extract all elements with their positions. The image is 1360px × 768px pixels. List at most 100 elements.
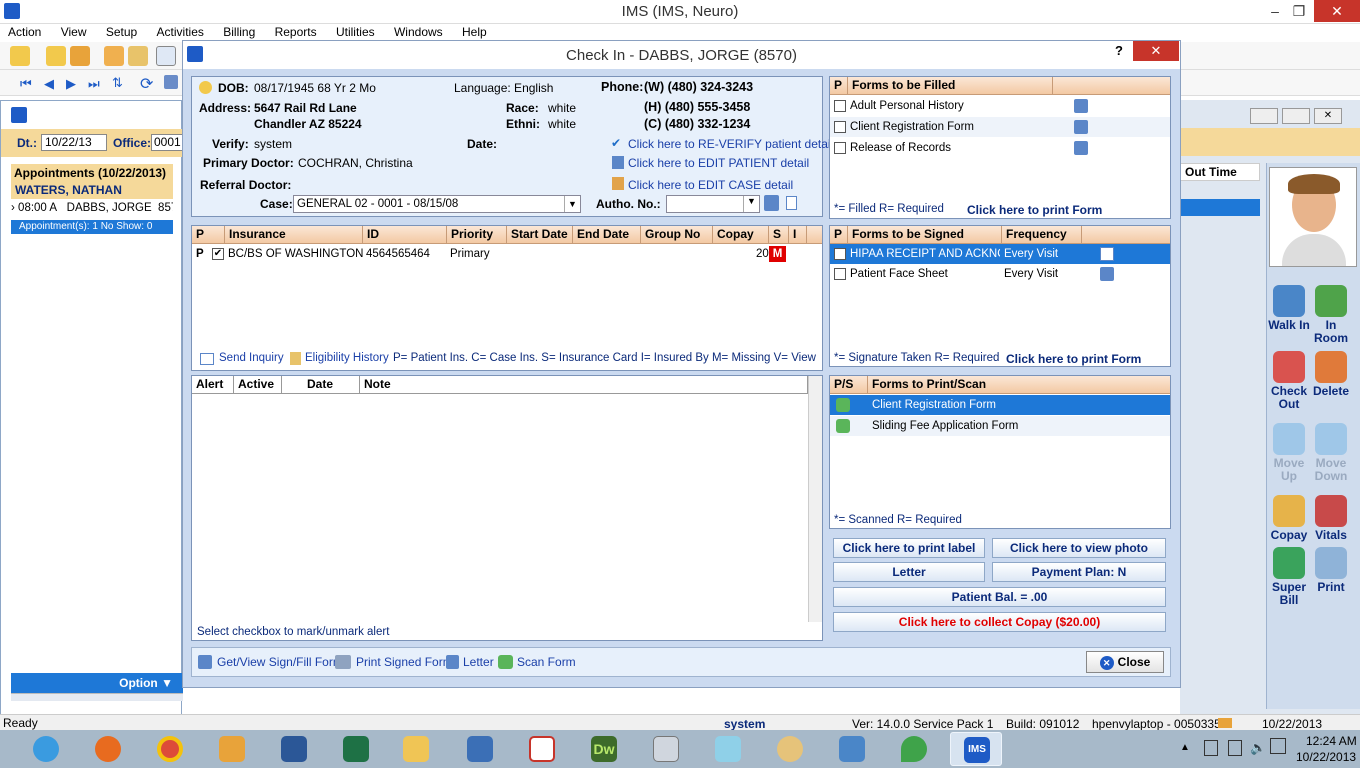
chrome-taskbar-icon[interactable] (144, 732, 196, 766)
form-signed-row[interactable]: Patient Face Sheet Every Visit (830, 264, 1170, 284)
option-button[interactable]: Option ▼ (11, 673, 183, 693)
sort-icon[interactable]: ⇅ (112, 75, 123, 91)
word-taskbar-icon[interactable] (268, 732, 320, 766)
insurance-checkbox[interactable]: ✔ (212, 248, 224, 260)
menu-action[interactable]: Action (0, 24, 49, 41)
check-out-button[interactable]: Check Out (1267, 351, 1311, 411)
autho-select[interactable]: ▼ (666, 195, 760, 213)
collect-copay-button[interactable]: Click here to collect Copay ($20.00) (833, 612, 1166, 632)
walk-in-button[interactable]: Walk In (1267, 285, 1311, 332)
date-input[interactable]: 10/22/13 (41, 134, 107, 151)
battery-icon[interactable] (1228, 740, 1242, 756)
patient-balance-button[interactable]: Patient Bal. = .00 (833, 587, 1166, 607)
edit-form-icon[interactable] (1074, 99, 1088, 113)
payment-plan-button[interactable]: Payment Plan: N (992, 562, 1166, 582)
form-checkbox[interactable] (834, 142, 846, 154)
menu-utilities[interactable]: Utilities (328, 24, 383, 41)
ie-taskbar-icon[interactable] (20, 732, 72, 766)
close-window-button[interactable]: ✕ (1314, 0, 1360, 22)
control-panel-taskbar-icon[interactable] (826, 732, 878, 766)
menu-help[interactable]: Help (454, 24, 495, 41)
edit-patient-link[interactable]: Click here to EDIT PATIENT detail (628, 156, 809, 170)
form-filled-row[interactable]: Client Registration Form (830, 117, 1170, 137)
tray-up-arrow-icon[interactable]: ▲ (1180, 742, 1190, 753)
clock-date[interactable]: 10/22/2013 (1296, 750, 1356, 764)
vitals-button[interactable]: Vitals (1309, 495, 1353, 542)
acrobat-taskbar-icon[interactable] (516, 732, 568, 766)
edit-case-link[interactable]: Click here to EDIT CASE detail (628, 178, 793, 192)
dragon-taskbar-icon[interactable] (888, 732, 940, 766)
outlook-taskbar-icon[interactable] (206, 732, 258, 766)
clock-time[interactable]: 12:24 AM (1306, 734, 1357, 748)
form-filled-row[interactable]: Release of Records (830, 138, 1170, 158)
print-filled-form-link[interactable]: Click here to print Form (967, 203, 1102, 217)
explorer-taskbar-icon[interactable] (390, 732, 442, 766)
form-checkbox[interactable] (834, 248, 846, 260)
user-icon[interactable] (46, 46, 66, 66)
form-filled-row[interactable]: Adult Personal History (830, 96, 1170, 116)
dialog-close-button[interactable]: ✕ (1133, 41, 1179, 61)
authorization-icon[interactable] (764, 195, 779, 211)
firefox-taskbar-icon[interactable] (82, 732, 134, 766)
menu-activities[interactable]: Activities (149, 24, 212, 41)
menu-billing[interactable]: Billing (215, 24, 263, 41)
form-signed-row-selected[interactable]: HIPAA RECEIPT AND ACKNO' Every Visit (830, 244, 1170, 264)
edit-form-icon[interactable] (1074, 141, 1088, 155)
user-edit-icon[interactable] (70, 46, 90, 66)
sign-form-icon[interactable] (1100, 247, 1114, 261)
last-record-icon[interactable]: ⏭ (88, 76, 100, 92)
ims-taskbar-icon[interactable]: IMS (950, 732, 1002, 766)
child-restore-button[interactable] (1282, 108, 1310, 124)
print-signed-form-link[interactable]: Click here to print Form (1006, 352, 1141, 366)
note-edit-icon[interactable] (128, 46, 148, 66)
menu-windows[interactable]: Windows (386, 24, 451, 41)
first-record-icon[interactable]: ⏮ (20, 76, 32, 92)
form-checkbox[interactable] (834, 100, 846, 112)
delete-button[interactable]: Delete (1309, 351, 1353, 398)
scan-form-link[interactable]: Scan Form (517, 655, 576, 669)
prev-record-icon[interactable]: ◀ (44, 76, 54, 92)
reverify-link[interactable]: Click here to RE-VERIFY patient detail (628, 137, 833, 151)
patient-icon[interactable] (10, 46, 30, 66)
restore-button[interactable]: ❐ (1284, 0, 1314, 22)
send-inquiry-link[interactable]: Send Inquiry (219, 352, 284, 364)
horizontal-scrollbar[interactable] (11, 693, 183, 701)
dreamweaver-taskbar-icon[interactable]: Dw (578, 732, 630, 766)
letter-link[interactable]: Letter (463, 655, 494, 669)
next-record-icon[interactable]: ▶ (66, 76, 76, 92)
help-button[interactable]: ? (1115, 43, 1123, 58)
alerts-scrollbar[interactable] (808, 376, 822, 622)
calculator-taskbar-icon[interactable] (640, 732, 692, 766)
child-close-button[interactable]: ✕ (1314, 108, 1342, 124)
move-down-button[interactable]: Move Down (1309, 423, 1353, 483)
flag-icon[interactable] (1270, 738, 1286, 754)
form-checkbox[interactable] (834, 121, 846, 133)
close-button[interactable]: ✕ Close (1086, 651, 1164, 673)
menu-view[interactable]: View (53, 24, 95, 41)
menu-setup[interactable]: Setup (98, 24, 145, 41)
form-print-row-selected[interactable]: Client Registration Form (830, 395, 1170, 415)
menu-reports[interactable]: Reports (267, 24, 325, 41)
form-checkbox[interactable] (834, 268, 846, 280)
rx-icon[interactable] (156, 46, 176, 66)
child-minimize-button[interactable] (1250, 108, 1278, 124)
print-signed-form-button[interactable]: Print Signed Form (356, 655, 453, 669)
network-icon[interactable] (1204, 740, 1218, 756)
form-print-row[interactable]: Sliding Fee Application Form (830, 416, 1170, 436)
notes-taskbar-icon[interactable] (702, 732, 754, 766)
move-up-button[interactable]: Move Up (1267, 423, 1311, 483)
appointment-row[interactable]: › 08:00 A DABBS, JORGE 857 (11, 200, 173, 217)
print-label-button[interactable]: Click here to print label (833, 538, 985, 558)
in-room-button[interactable]: In Room (1309, 285, 1353, 345)
provider-row[interactable]: WATERS, NATHAN (11, 182, 173, 199)
speaker-icon[interactable]: 🔈 (1250, 740, 1266, 756)
office-input[interactable]: 0001 (151, 134, 183, 151)
expand-icon[interactable]: › (11, 202, 15, 214)
print-button[interactable]: Print (1309, 547, 1353, 594)
sign-form-icon[interactable] (1100, 267, 1114, 281)
eligibility-history-link[interactable]: Eligibility History (305, 352, 389, 364)
refresh-icon[interactable]: ⟳ (140, 74, 153, 94)
folder-icon[interactable] (104, 46, 124, 66)
missing-card-badge[interactable]: M (769, 246, 786, 262)
letter-button[interactable]: Letter (833, 562, 985, 582)
